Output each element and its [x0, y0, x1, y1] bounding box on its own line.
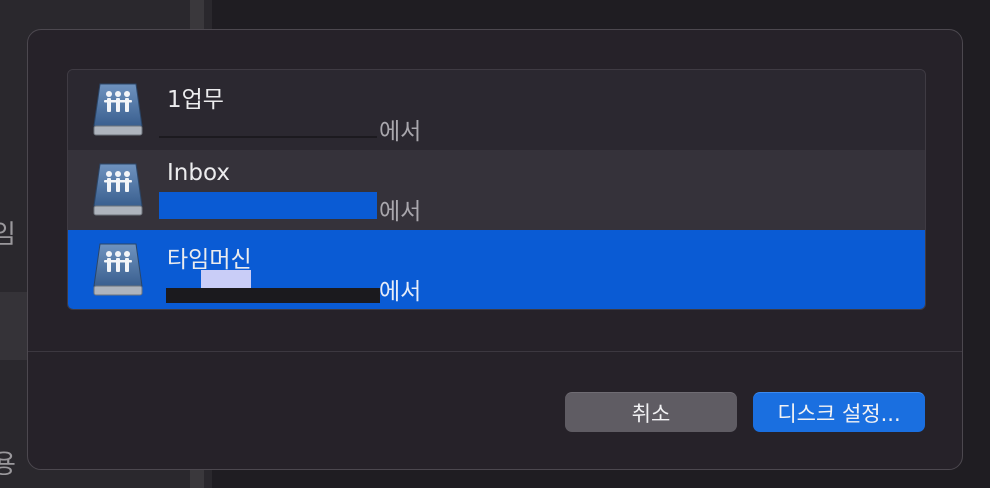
- cancel-button[interactable]: 취소: [565, 392, 737, 432]
- redacted-text: [166, 288, 380, 303]
- set-up-disk-button[interactable]: 디스크 설정...: [753, 392, 925, 432]
- redacted-text: [159, 192, 377, 219]
- disk-name: 타임머신: [167, 247, 252, 273]
- redacted-text: [159, 136, 377, 138]
- disk-name: 1업무: [167, 87, 224, 113]
- dialog-divider: [28, 351, 962, 352]
- network-server-drive-icon: [93, 163, 143, 216]
- network-server-drive-icon: [93, 243, 143, 296]
- network-server-drive-icon: [93, 83, 143, 136]
- list-item[interactable]: Inbox 에서: [68, 150, 925, 230]
- list-item-selected[interactable]: 타임머신 에서: [68, 230, 925, 309]
- disk-location: 에서: [379, 279, 422, 305]
- background-edge-text: 용: [0, 450, 16, 480]
- background-edge-text: 임: [0, 220, 16, 250]
- list-item[interactable]: 1업무 에서: [68, 70, 925, 150]
- disk-location: 에서: [379, 119, 422, 145]
- backup-disk-dialog: 1업무 에서 Inbox 에서 타임머신 에서 취소 디스크 설정...: [27, 29, 963, 470]
- disk-name: Inbox: [167, 160, 230, 186]
- disk-list[interactable]: 1업무 에서 Inbox 에서 타임머신 에서: [67, 69, 926, 310]
- disk-location: 에서: [379, 199, 422, 225]
- background-selected-row: [0, 292, 30, 360]
- redacted-text: [201, 270, 251, 289]
